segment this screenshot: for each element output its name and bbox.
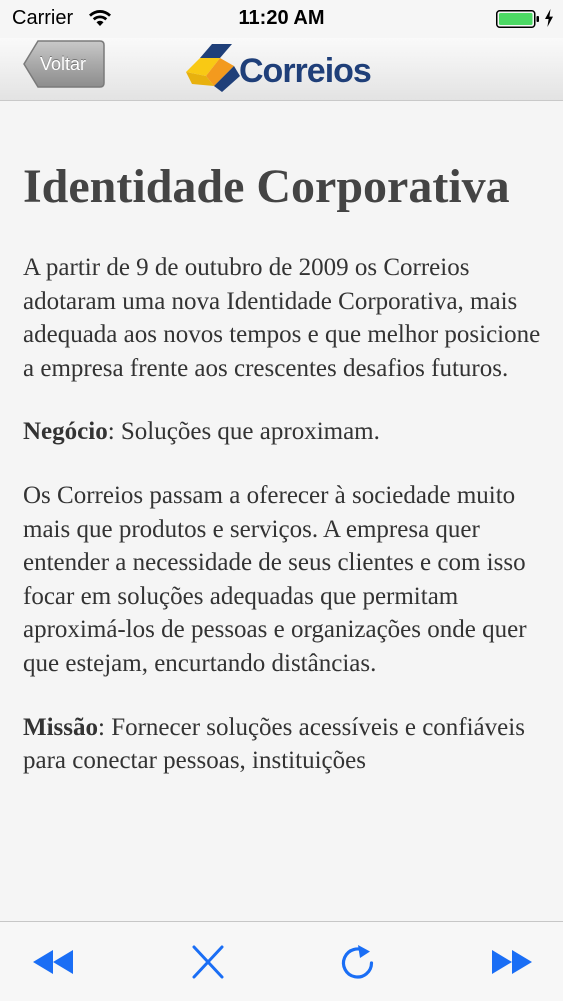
stop-button[interactable]: [186, 942, 230, 982]
navigation-bar: Voltar Correios: [0, 38, 563, 101]
close-icon: [192, 945, 224, 979]
reload-button[interactable]: [336, 942, 380, 982]
missao-label: Missão: [23, 713, 98, 741]
correios-brand: Correios: [184, 42, 384, 94]
status-bar: Carrier 11:20 AM: [0, 0, 563, 38]
charging-icon: [545, 9, 553, 27]
reload-icon: [341, 945, 374, 979]
back-button[interactable]: Voltar: [22, 39, 106, 89]
back-button-label: Voltar: [40, 54, 87, 74]
negocio-text: : Soluções que aproximam.: [107, 418, 380, 446]
intro-paragraph: A partir de 9 de outubro de 2009 os Corr…: [23, 254, 541, 382]
fast-forward-icon: [492, 950, 532, 974]
battery-icon: [496, 10, 539, 28]
negocio-label: Negócio: [23, 418, 108, 446]
missao-paragraph: Missão: Fornecer soluções acessíveis e c…: [23, 711, 541, 778]
status-time: 11:20 AM: [238, 7, 325, 29]
rewind-icon: [33, 950, 73, 974]
negocio-paragraph: Negócio: Soluções que aproximam.: [23, 415, 541, 449]
article-content[interactable]: Identidade Corporativa A partir de 9 de …: [0, 101, 563, 921]
correios-logo-icon: [186, 44, 240, 92]
brand-name: Correios: [239, 52, 372, 90]
negocio-body-paragraph: Os Correios passam a oferecer à sociedad…: [23, 481, 527, 677]
fast-forward-button[interactable]: [490, 942, 534, 982]
page-title: Identidade Corporativa: [23, 160, 510, 213]
bottom-toolbar: [0, 921, 563, 1001]
missao-text: : Fornecer soluções acessíveis e confiáv…: [23, 713, 525, 775]
rewind-button[interactable]: [31, 942, 75, 982]
article: Identidade Corporativa A partir de 9 de …: [0, 101, 563, 778]
